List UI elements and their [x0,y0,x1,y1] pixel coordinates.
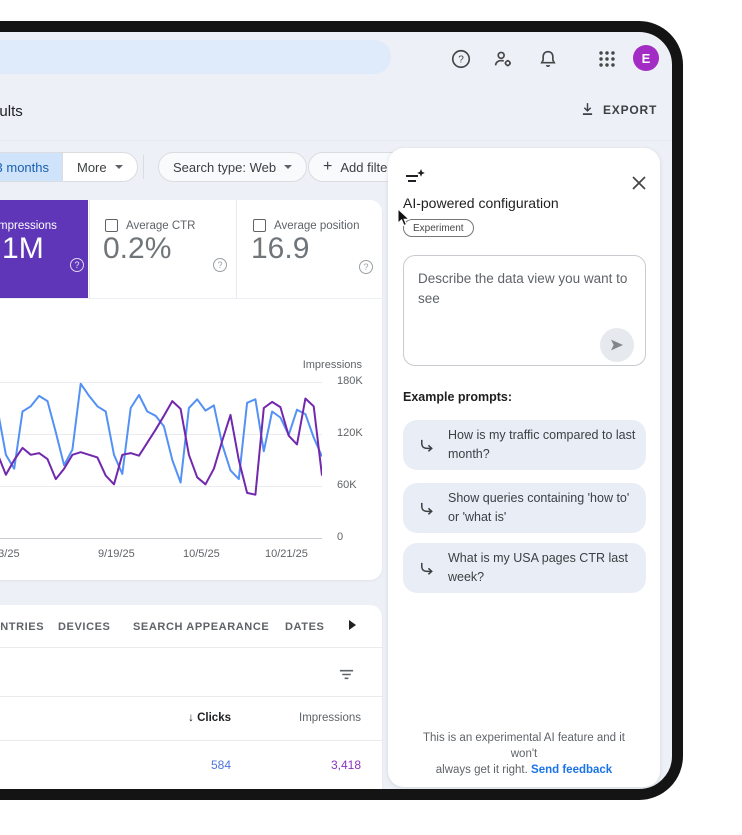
tab-dates[interactable]: DATES [285,621,324,633]
x-tick: 9/3/25 [0,548,20,560]
example-prompts-label: Example prompts: [403,390,513,404]
tabs-divider [0,647,382,648]
export-button[interactable]: EXPORT [579,101,657,118]
download-icon [579,101,596,118]
notifications-bell-icon[interactable] [537,48,559,70]
panel-title: AI-powered configuration [403,195,559,211]
chevron-down-icon [284,165,293,169]
impressions-metric-value: 1.1M [0,232,44,265]
prompt-arrow-icon [418,500,435,517]
clicks-line [0,382,322,484]
chevron-down-icon [114,165,123,169]
example-prompt-2[interactable]: Show queries containing 'how to' or 'wha… [403,483,646,533]
table-row-clicks-value[interactable]: 584 [111,758,231,772]
avatar[interactable]: E [633,45,659,71]
y-tick: 180K [337,375,363,387]
position-metric-value: 16.9 [251,232,310,265]
prompt-text: What is my USA pages CTR last week? [448,551,628,584]
export-label: EXPORT [603,102,658,117]
page-title: Performance on Search results [0,103,23,120]
header-divider [0,140,672,141]
apps-grid-icon[interactable] [596,48,618,70]
clicks-header-label: Clicks [197,712,231,724]
metrics-divider [0,298,382,299]
ctr-metric-label: Average CTR [126,220,196,232]
ai-configuration-panel: AI-powered configuration Experiment Exam… [388,148,660,787]
ctr-checkbox[interactable] [105,219,118,232]
sort-desc-icon: ↓ [188,712,194,724]
add-filter-label: Add filter [340,159,392,175]
impressions-help-icon[interactable]: ? [70,258,84,272]
x-tick: 10/21/25 [265,548,308,560]
send-button[interactable] [600,328,634,362]
tab-search-appearance[interactable]: SEARCH APPEARANCE [133,621,269,633]
user-settings-icon[interactable] [492,48,514,70]
performance-line-chart[interactable] [0,375,322,545]
card-divider [236,200,237,298]
y-tick: 120K [337,427,363,439]
card-divider [89,200,90,298]
prompt-text: Show queries containing 'how to' or 'wha… [448,491,630,524]
ai-tune-sparkle-icon [404,168,426,188]
toolbar-divider [0,696,382,697]
disclaimer-line2: always get it right. [435,764,528,777]
table-header-divider [0,740,382,741]
position-metric-label: Average position [274,220,360,232]
experiment-badge: Experiment [403,219,474,237]
x-tick: 9/19/25 [98,548,135,560]
global-search-bar[interactable] [0,40,391,74]
table-row-impressions-value[interactable]: 3,418 [241,758,361,772]
date-filter-group: Last 3 months More [0,152,138,182]
plus-icon: + [323,158,333,175]
date-more-button[interactable]: More [62,153,137,181]
x-tick: 10/5/25 [183,548,220,560]
ai-disclaimer: This is an experimental AI feature and i… [409,730,639,778]
prompt-arrow-icon [418,437,435,454]
help-icon[interactable]: ? [450,48,472,70]
example-prompt-3[interactable]: What is my USA pages CTR last week? [403,543,646,593]
filter-divider [143,155,144,179]
search-type-label: Search type: Web [173,159,277,175]
clicks-column-header[interactable]: ↓ Clicks [111,712,231,724]
prompt-text: How is my traffic compared to last month… [448,428,636,461]
search-type-filter[interactable]: Search type: Web [158,152,308,182]
svg-text:?: ? [458,55,464,66]
date-range-chip[interactable]: Last 3 months [0,153,62,181]
table-filter-icon[interactable] [338,666,355,683]
position-help-icon[interactable]: ? [359,260,373,274]
ctr-help-icon[interactable]: ? [213,258,227,272]
send-icon [611,339,623,351]
impressions-metric-label: Total impressions [0,220,57,232]
close-icon[interactable] [630,174,648,192]
ctr-metric-value: 0.2% [103,232,172,265]
mouse-cursor [397,208,411,228]
prompt-arrow-icon [418,560,435,577]
example-prompt-1[interactable]: How is my traffic compared to last month… [403,420,646,470]
send-feedback-link[interactable]: Send feedback [531,764,612,776]
device-frame: ? E Performance on Search results EXPORT… [0,21,683,800]
disclaimer-line1: This is an experimental AI feature and i… [423,732,625,761]
right-axis-title: Impressions [302,359,362,371]
position-checkbox[interactable] [253,219,266,232]
tab-countries[interactable]: COUNTRIES [0,621,44,633]
y-tick: 0 [337,531,344,543]
more-label: More [77,159,107,175]
impressions-column-header[interactable]: Impressions [241,712,361,724]
y-tick: 60K [337,479,357,491]
tab-devices[interactable]: DEVICES [58,621,111,633]
tabs-overflow-arrow-icon[interactable] [349,620,356,630]
